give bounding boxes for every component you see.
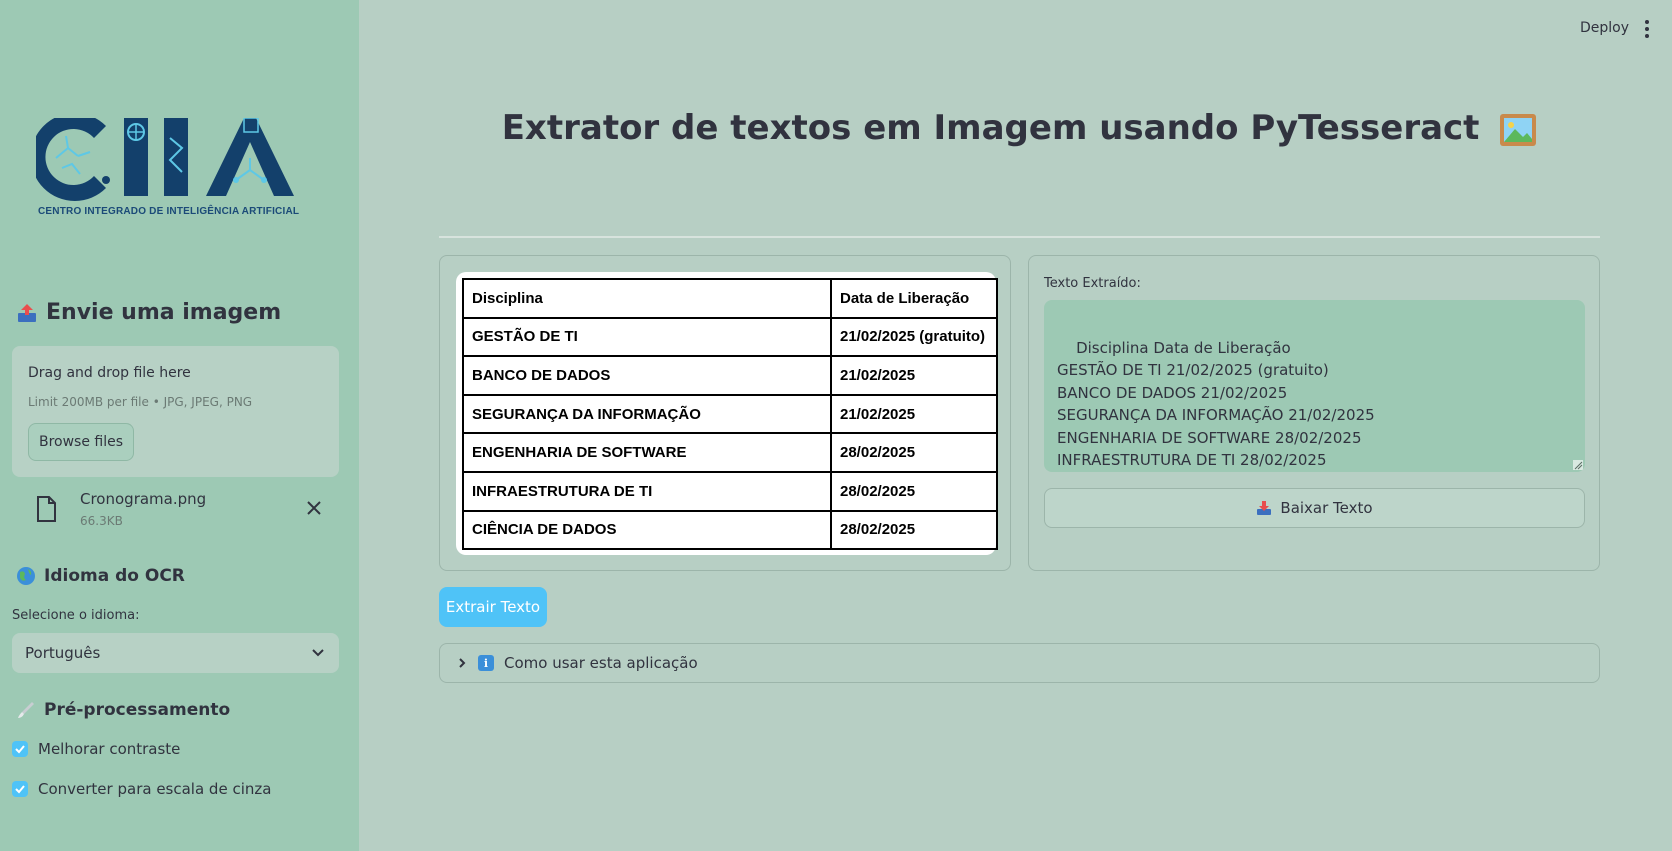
table-row: CIÊNCIA DE DADOS 28/02/2025 xyxy=(462,509,998,551)
table-cell: ENGENHARIA DE SOFTWARE xyxy=(462,432,832,473)
table-row: GESTÃO DE TI 21/02/2025 (gratuito) xyxy=(462,316,998,358)
extracted-text-content: Disciplina Data de Liberação GESTÃO DE T… xyxy=(1057,338,1375,470)
table-cell: 28/02/2025 xyxy=(830,509,998,551)
logo-caption: CENTRO INTEGRADO DE INTELIGÊNCIA ARTIFIC… xyxy=(38,206,300,217)
table-cell: INFRAESTRUTURA DE TI xyxy=(462,470,832,512)
download-text-button[interactable]: Baixar Texto xyxy=(1044,488,1585,528)
language-select-label: Selecione o idioma: xyxy=(12,608,140,623)
extracted-text-label: Texto Extraído: xyxy=(1044,276,1141,291)
checkbox-escala-de-cinza[interactable]: Converter para escala de cinza xyxy=(12,780,271,798)
file-size: 66.3KB xyxy=(80,514,123,528)
page-title: Extrator de textos em Imagem usando PyTe… xyxy=(439,108,1600,148)
checkbox-melhorar-contraste[interactable]: Melhorar contraste xyxy=(12,740,180,758)
table-cell: CIÊNCIA DE DADOS xyxy=(462,509,832,551)
file-dropzone[interactable]: Drag and drop file here Limit 200MB per … xyxy=(12,346,339,477)
how-to-use-expander[interactable]: i Como usar esta aplicação xyxy=(439,643,1600,683)
uploaded-image-preview: Disciplina Data de Liberação GESTÃO DE T… xyxy=(456,272,998,555)
preprocessing-heading: Pré-processamento xyxy=(16,700,230,720)
close-icon xyxy=(307,501,321,515)
dropzone-limit: Limit 200MB per file • JPG, JPEG, PNG xyxy=(28,395,253,409)
brush-icon xyxy=(18,702,34,718)
page-title-text: Extrator de textos em Imagem usando PyTe… xyxy=(501,108,1480,148)
file-name: Cronograma.png xyxy=(80,490,207,508)
framed-picture-icon xyxy=(1500,113,1537,146)
upload-heading-text: Envie uma imagem xyxy=(46,300,282,325)
check-icon xyxy=(15,785,25,794)
chevron-right-icon xyxy=(459,658,466,668)
checkbox-checked[interactable] xyxy=(12,781,28,797)
kebab-menu-icon[interactable] xyxy=(1640,18,1654,40)
chevron-down-icon xyxy=(312,649,324,657)
table-row: INFRAESTRUTURA DE TI 28/02/2025 xyxy=(462,470,998,512)
uploaded-file: Cronograma.png 66.3KB xyxy=(12,486,339,536)
table-cell: BANCO DE DADOS xyxy=(462,355,832,396)
checkbox-label: Converter para escala de cinza xyxy=(38,780,272,798)
extracted-text-panel: Texto Extraído: Disciplina Data de Liber… xyxy=(1028,255,1600,571)
globe-icon xyxy=(17,567,35,585)
check-icon xyxy=(15,745,25,754)
table-cell: SEGURANÇA DA INFORMAÇÃO xyxy=(462,393,832,435)
table-cell: 28/02/2025 xyxy=(830,470,998,512)
checkbox-label: Melhorar contraste xyxy=(38,740,181,758)
expander-label: Como usar esta aplicação xyxy=(504,654,698,672)
divider xyxy=(439,236,1600,238)
preprocessing-heading-text: Pré-processamento xyxy=(44,700,231,720)
sidebar: CENTRO INTEGRADO DE INTELIGÊNCIA ARTIFIC… xyxy=(0,0,359,851)
remove-file-button[interactable] xyxy=(302,496,326,520)
checkbox-checked[interactable] xyxy=(12,741,28,757)
download-tray-icon xyxy=(1257,501,1272,515)
table-row: SEGURANÇA DA INFORMAÇÃO 21/02/2025 xyxy=(462,393,998,435)
upload-heading: Envie uma imagem xyxy=(16,300,281,325)
upload-tray-icon xyxy=(18,303,36,322)
deploy-button[interactable]: Deploy xyxy=(1580,20,1629,36)
table-cell: 28/02/2025 xyxy=(830,432,998,473)
table-row: BANCO DE DADOS 21/02/2025 xyxy=(462,355,998,396)
extract-text-button[interactable]: Extrair Texto xyxy=(439,587,547,627)
language-selected-value: Português xyxy=(25,644,101,662)
table-cell: 21/02/2025 xyxy=(830,393,998,435)
image-table: Disciplina Data de Liberação GESTÃO DE T… xyxy=(462,278,998,551)
extracted-text-area[interactable]: Disciplina Data de Liberação GESTÃO DE T… xyxy=(1044,300,1585,472)
resize-handle-icon[interactable] xyxy=(1573,460,1583,470)
file-icon xyxy=(37,496,56,522)
table-row: ENGENHARIA DE SOFTWARE 28/02/2025 xyxy=(462,432,998,473)
info-icon: i xyxy=(478,655,494,671)
language-select[interactable]: Português xyxy=(12,633,339,673)
table-header-row: Disciplina Data de Liberação xyxy=(462,278,998,319)
ocr-language-heading-text: Idioma do OCR xyxy=(44,566,185,586)
image-preview-panel: Disciplina Data de Liberação GESTÃO DE T… xyxy=(439,255,1011,571)
dropzone-title: Drag and drop file here xyxy=(28,365,191,381)
table-header-cell: Disciplina xyxy=(462,278,832,319)
download-text-label: Baixar Texto xyxy=(1280,499,1373,517)
browse-files-button[interactable]: Browse files xyxy=(28,423,134,461)
table-cell: GESTÃO DE TI xyxy=(462,316,832,358)
ocr-language-heading: Idioma do OCR xyxy=(16,566,185,586)
table-cell: 21/02/2025 (gratuito) xyxy=(830,316,998,358)
table-cell: 21/02/2025 xyxy=(830,355,998,396)
table-header-cell: Data de Liberação xyxy=(830,278,998,319)
